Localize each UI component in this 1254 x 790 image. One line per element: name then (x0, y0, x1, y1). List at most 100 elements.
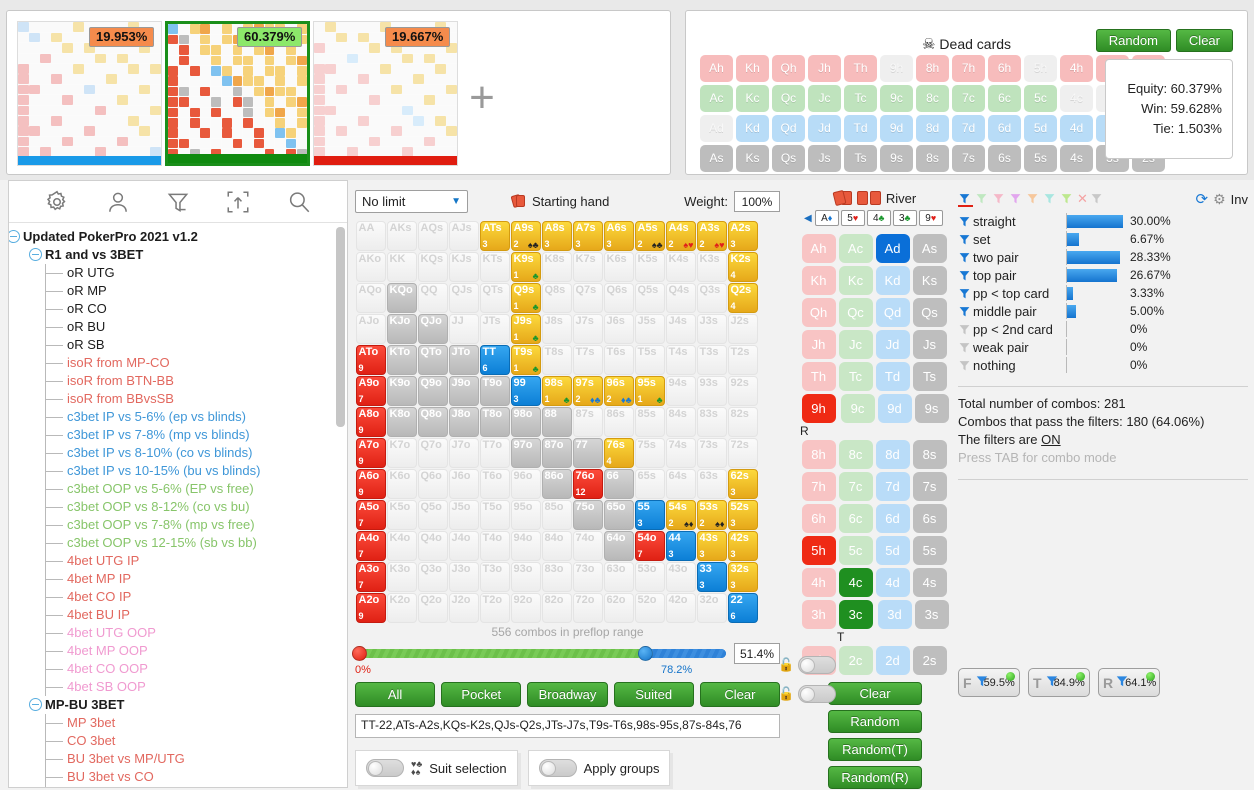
tree-node[interactable]: c3bet IP vs 8-10% (co vs blinds) (9, 444, 347, 462)
selectable-card[interactable]: 3c (838, 599, 873, 629)
suit-selection-switch[interactable] (366, 759, 404, 777)
hand-cell[interactable]: A7s 3 (572, 220, 603, 251)
tree-toggle-icon[interactable] (29, 698, 42, 711)
lock-switch-t[interactable] (798, 656, 837, 674)
upload-icon[interactable] (225, 189, 251, 215)
refresh-icon[interactable]: ⟳ (1196, 190, 1209, 208)
quick-button-all[interactable]: All (355, 682, 436, 707)
filter-type-icon[interactable] (1060, 192, 1075, 207)
hand-cell[interactable]: 96o (510, 468, 541, 499)
tree-node[interactable]: 4bet SB OOP (9, 678, 347, 696)
hand-cell[interactable]: KK (386, 251, 417, 282)
dead-card[interactable]: 7h (952, 55, 985, 82)
slider-knob-min[interactable] (352, 645, 367, 661)
hand-cell[interactable]: 86s (603, 406, 634, 437)
hand-cell[interactable]: J9s 1 ♣ (510, 313, 541, 344)
funnel-icon[interactable] (958, 233, 970, 245)
street-badge[interactable]: T 84.9% (1028, 668, 1090, 697)
dead-card[interactable]: 6c (988, 85, 1021, 112)
hand-cell[interactable]: K2o (386, 592, 417, 623)
selectable-card[interactable]: Ks (912, 265, 947, 295)
selectable-card[interactable]: 3h (801, 599, 836, 629)
hand-cell[interactable]: 53s 2 ♠♦ (696, 499, 727, 530)
tree-node[interactable]: oR MP (9, 282, 347, 300)
hand-cell[interactable]: K6s (603, 251, 634, 282)
hand-cell[interactable]: A5s 2 ♠♣ (634, 220, 665, 251)
hand-cell[interactable]: T3o (479, 561, 510, 592)
hand-cell[interactable]: J8o (448, 406, 479, 437)
hand-cell[interactable]: Q6s (603, 282, 634, 313)
tree-node[interactable]: c3bet IP vs 7-8% (mp vs blinds) (9, 426, 347, 444)
hand-cell[interactable]: KQs (417, 251, 448, 282)
hand-cell[interactable]: Q7o (417, 437, 448, 468)
selectable-card[interactable]: Js (912, 329, 947, 359)
tree-node[interactable]: isoR from MP-CO (9, 354, 347, 372)
dead-clear-button[interactable]: Clear (1175, 29, 1233, 52)
tree-node[interactable]: c3bet OOP vs 7-8% (mp vs free) (9, 516, 347, 534)
selectable-card[interactable]: 3s (914, 599, 949, 629)
hand-cell[interactable]: 33 3 (696, 561, 727, 592)
lock-open-icon[interactable]: 🔓 (778, 686, 794, 702)
hand-matrix[interactable]: AA AKs AQs AJs ATs 3 A9s 2 ♠♣ A8s 3 A7s 3 A6s 3 A5s 2 ♠♣ A… (355, 220, 760, 623)
hand-cell[interactable]: J6s (603, 313, 634, 344)
dead-card[interactable]: 6h (988, 55, 1021, 82)
hand-cell[interactable]: Q4s (665, 282, 696, 313)
filter-row[interactable]: set 6.67% (958, 230, 1248, 248)
tree-node[interactable]: 4bet CO OOP (9, 660, 347, 678)
weight-input[interactable]: 100% (734, 190, 780, 212)
selectable-card[interactable]: 2d (875, 645, 910, 675)
selectable-card[interactable]: 4h (801, 567, 836, 597)
filter-type-icon[interactable] (1090, 192, 1105, 207)
river-button-randomr[interactable]: Random(R) (828, 766, 922, 789)
hand-cell[interactable]: AKo (355, 251, 386, 282)
selectable-card[interactable]: 8c (838, 439, 873, 469)
hand-cell[interactable]: K8o (386, 406, 417, 437)
hand-cell[interactable]: 74s (665, 437, 696, 468)
hand-cell[interactable]: 55 3 (634, 499, 665, 530)
hand-cell[interactable]: TT 6 (479, 344, 510, 375)
apply-groups-switch[interactable] (538, 759, 577, 777)
hand-cell[interactable]: 32s 3 (727, 561, 758, 592)
hand-cell[interactable]: A3o 7 (355, 561, 386, 592)
hand-cell[interactable]: K3o (386, 561, 417, 592)
hand-cell[interactable]: Q8s (541, 282, 572, 313)
hand-cell[interactable]: K5o (386, 499, 417, 530)
hand-cell[interactable]: T2s (727, 344, 758, 375)
add-range-button[interactable]: + (462, 76, 502, 121)
hand-cell[interactable]: QJo (417, 313, 448, 344)
dead-card[interactable]: Td (844, 115, 877, 142)
hand-cell[interactable]: K4o (386, 530, 417, 561)
hand-cell[interactable]: 22 6 (727, 592, 758, 623)
selectable-card[interactable]: Kc (838, 265, 873, 295)
dead-card[interactable]: 9c (880, 85, 913, 112)
tree-node[interactable]: R1 and vs 3BET (9, 246, 347, 264)
hand-cell[interactable]: 95o (510, 499, 541, 530)
street-badge[interactable]: R 64.1% (1098, 668, 1160, 697)
selectable-card[interactable]: 8h (801, 439, 836, 469)
dead-card[interactable]: 6d (988, 115, 1021, 142)
dead-card[interactable]: Tc (844, 85, 877, 112)
hand-cell[interactable]: 86o (541, 468, 572, 499)
tree-scrollbar[interactable] (336, 227, 345, 427)
hand-cell[interactable]: 83s (696, 406, 727, 437)
funnel-icon[interactable] (958, 269, 970, 281)
tree-node[interactable]: 4bet UTG OOP (9, 624, 347, 642)
hand-cell[interactable]: 97s 2 ♦♣ (572, 375, 603, 406)
hand-cell[interactable]: 97o (510, 437, 541, 468)
hand-cell[interactable]: 53o (634, 561, 665, 592)
selectable-card[interactable]: Jd (875, 329, 910, 359)
range-tree[interactable]: Updated PokerPro 2021 v1.2 R1 and vs 3BET… (9, 224, 347, 787)
hand-cell[interactable]: 87o (541, 437, 572, 468)
tree-node[interactable]: MP 3bet (9, 714, 347, 732)
hand-cell[interactable]: JTo (448, 344, 479, 375)
filter-row[interactable]: middle pair 5.00% (958, 302, 1248, 320)
tree-node[interactable]: c3bet OOP vs 5-6% (EP vs free) (9, 480, 347, 498)
tree-node[interactable]: oR CO (9, 300, 347, 318)
hand-cell[interactable]: A8s 3 (541, 220, 572, 251)
hand-cell[interactable]: Q6o (417, 468, 448, 499)
tree-node[interactable]: 4bet CO IP (9, 588, 347, 606)
hand-cell[interactable]: 73o (572, 561, 603, 592)
selectable-card[interactable]: As (912, 233, 947, 263)
filter-type-icon[interactable] (958, 192, 973, 207)
hand-cell[interactable]: J8s (541, 313, 572, 344)
